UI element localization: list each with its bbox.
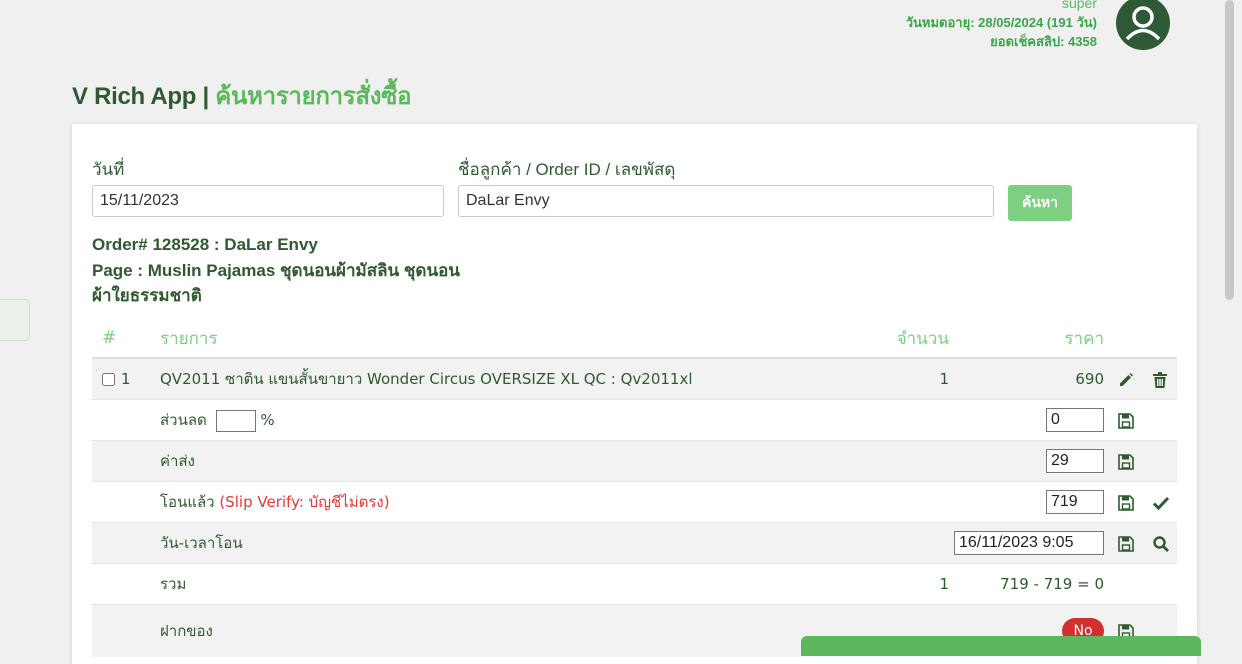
total-calc: 719 - 719 = 0 bbox=[949, 563, 1104, 605]
transfer-time-label: วัน-เวลาโอน bbox=[160, 522, 869, 564]
order-page: Page : Muslin Pajamas ชุดนอนผ้ามัสลิน ชุ… bbox=[92, 260, 460, 280]
deposit-label: ฝากของ bbox=[160, 604, 869, 657]
item-qty: 1 bbox=[869, 357, 949, 400]
discount-percent-input[interactable] bbox=[215, 409, 256, 432]
page-name: ค้นหารายการสั่งซื้อ bbox=[215, 83, 412, 110]
table-row-item: 1 QV2011 ซาติน แขนสั้นขายาว Wonder Circu… bbox=[92, 357, 1177, 400]
search-input[interactable] bbox=[458, 185, 994, 217]
item-index: 1 bbox=[121, 370, 131, 388]
order-id: Order# 128528 : DaLar Envy bbox=[92, 235, 318, 254]
slip-balance-text: ยอดเช็คสลิป: 4358 bbox=[990, 34, 1097, 49]
left-panel-edge bbox=[0, 299, 30, 341]
user-info: super วันหมดอายุ: 28/05/2024 (191 วัน) ย… bbox=[906, 0, 1097, 51]
col-index: # bbox=[92, 319, 160, 359]
total-label: รวม bbox=[160, 563, 869, 605]
table-row-transferred: โอนแล้ว (Slip Verify: บัญชีไม่ตรง) bbox=[92, 481, 1177, 523]
transferred-label: โอนแล้ว bbox=[160, 493, 215, 511]
col-price: ราคา bbox=[949, 319, 1104, 359]
delete-trash-icon[interactable] bbox=[1152, 371, 1167, 388]
check-icon[interactable] bbox=[1152, 496, 1169, 510]
save-shipping-icon[interactable] bbox=[1118, 453, 1134, 470]
slip-verify-note: (Slip Verify: บัญชีไม่ตรง) bbox=[219, 493, 390, 511]
save-discount-icon[interactable] bbox=[1118, 412, 1134, 429]
col-qty: จำนวน bbox=[869, 319, 949, 359]
discount-label: ส่วนลด bbox=[160, 411, 207, 429]
save-transfer-time-icon[interactable] bbox=[1118, 535, 1134, 552]
shipping-label: ค่าส่ง bbox=[160, 440, 869, 482]
item-price: 690 bbox=[949, 357, 1104, 400]
search-card: วันที่ ชื่อลูกค้า / Order ID / เลขพัสดุ … bbox=[72, 124, 1197, 664]
item-checkbox[interactable] bbox=[102, 373, 115, 386]
col-actions bbox=[1104, 319, 1177, 359]
shipping-value-input[interactable] bbox=[1046, 449, 1104, 473]
page-scrollbar[interactable] bbox=[1225, 0, 1234, 300]
date-input[interactable] bbox=[92, 185, 444, 217]
bottom-panel-tab[interactable] bbox=[801, 636, 1201, 656]
order-page-cont: ผ้าใยธรรมชาติ bbox=[92, 286, 202, 305]
query-label: ชื่อลูกค้า / Order ID / เลขพัสดุ bbox=[458, 160, 676, 179]
transfer-time-input[interactable] bbox=[954, 531, 1104, 555]
avatar-icon[interactable] bbox=[1116, 0, 1170, 50]
table-row-shipping: ค่าส่ง bbox=[92, 440, 1177, 482]
table-row-total: รวม 1 719 - 719 = 0 bbox=[92, 563, 1177, 605]
order-items-table: # รายการ จำนวน ราคา 1 QV2011 ซาติน แขนสั… bbox=[92, 319, 1177, 657]
app-name: V Rich App | bbox=[72, 83, 216, 110]
col-item: รายการ bbox=[160, 319, 869, 359]
date-label: วันที่ bbox=[92, 160, 125, 179]
table-row-discount: ส่วนลด % bbox=[92, 399, 1177, 441]
percent-sign: % bbox=[260, 411, 275, 429]
save-transferred-icon[interactable] bbox=[1118, 494, 1134, 511]
expiry-text: วันหมดอายุ: 28/05/2024 (191 วัน) bbox=[905, 15, 1097, 30]
page-title: V Rich App | ค้นหารายการสั่งซื้อ bbox=[72, 76, 412, 115]
edit-pencil-icon[interactable] bbox=[1118, 372, 1134, 388]
table-row-transfer-time: วัน-เวลาโอน bbox=[92, 522, 1177, 564]
username: super bbox=[1061, 0, 1097, 11]
item-name: QV2011 ซาติน แขนสั้นขายาว Wonder Circus … bbox=[160, 357, 869, 400]
order-info: Order# 128528 : DaLar Envy Page : Muslin… bbox=[92, 232, 460, 309]
search-button[interactable]: ค้นหา bbox=[1008, 185, 1072, 221]
search-icon[interactable] bbox=[1153, 535, 1169, 552]
total-qty: 1 bbox=[869, 563, 949, 605]
transferred-value-input[interactable] bbox=[1046, 490, 1104, 514]
discount-value-input[interactable] bbox=[1046, 408, 1104, 432]
